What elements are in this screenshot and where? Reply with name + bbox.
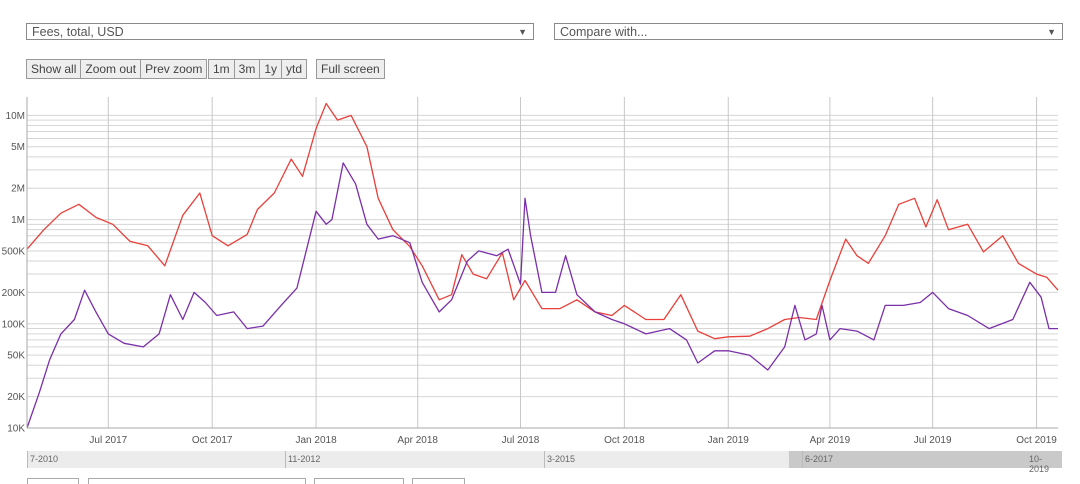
x-tick-label: Jan 2019 — [708, 435, 750, 446]
navigator-label: 11-2012 — [288, 454, 321, 464]
navigator-label: 7-2010 — [30, 454, 59, 464]
navigator-label: 3-2015 — [547, 454, 576, 464]
x-tick-label: Jul 2018 — [502, 435, 540, 446]
x-tick-label: Jul 2019 — [914, 435, 952, 446]
y-tick-label: 10K — [7, 424, 25, 435]
y-tick-label: 20K — [7, 392, 25, 403]
y-tick-label: 5M — [11, 142, 25, 153]
x-tick-label: Oct 2019 — [1016, 435, 1057, 446]
y-tick-label: 100K — [2, 319, 26, 330]
navigator-tick — [544, 451, 545, 468]
footer-control[interactable] — [88, 478, 306, 484]
y-tick-label: 1M — [11, 215, 25, 226]
footer-control[interactable] — [314, 478, 404, 484]
chart-axes: Jul 2017 Oct 2017 Jan 2018 Apr 2018 Jul 2018… — [2, 97, 1058, 446]
chart-series — [26, 102, 1059, 429]
navigator-label: 6-2017 — [805, 454, 834, 464]
x-tick-label: Jul 2017 — [89, 435, 127, 446]
y-tick-label: 200K — [2, 288, 26, 299]
y-tick-label: 50K — [7, 351, 25, 362]
navigator-tick — [802, 451, 803, 468]
footer-control[interactable] — [27, 478, 79, 484]
y-tick-label: 2M — [11, 184, 25, 195]
x-tick-label: Jan 2018 — [296, 435, 338, 446]
x-tick-label: Apr 2019 — [810, 435, 851, 446]
x-tick-label: Oct 2018 — [604, 435, 645, 446]
navigator-bar[interactable]: 7-2010 11-2012 3-2015 6-2017 10-2019 — [27, 451, 1062, 474]
y-tick-label: 500K — [2, 246, 26, 257]
navigator-label: 10-2019 — [1029, 454, 1050, 474]
x-tick-label: Oct 2017 — [192, 435, 233, 446]
fees-chart[interactable]: Jul 2017 Oct 2017 Jan 2018 Apr 2018 Jul 2018… — [0, 0, 1080, 450]
navigator-tick — [27, 451, 28, 468]
y-tick-label: 10M — [6, 111, 25, 122]
chart-grid — [27, 97, 1058, 429]
footer-control[interactable] — [412, 478, 465, 484]
x-tick-label: Apr 2018 — [397, 435, 438, 446]
navigator-tick — [285, 451, 286, 468]
